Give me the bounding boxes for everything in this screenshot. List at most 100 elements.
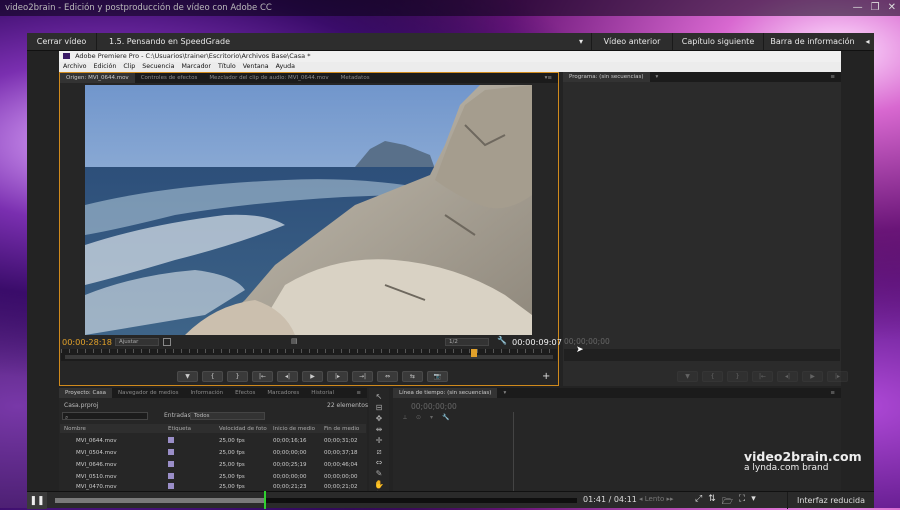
menu-edicion[interactable]: Edición <box>94 63 117 71</box>
program-go-to-in-button[interactable]: |← <box>752 371 773 382</box>
program-mark-in-button[interactable]: { <box>702 371 723 382</box>
pen-tool-icon[interactable]: ✎ <box>376 469 383 478</box>
mouse-cursor-icon: ➤ <box>576 345 584 355</box>
playback-speed-control[interactable]: ◂ Lento ▸▸ <box>639 495 674 503</box>
ripple-edit-tool-icon[interactable]: ✥ <box>376 414 383 423</box>
rate-stretch-tool-icon[interactable]: ✛ <box>376 436 383 445</box>
slip-tool-icon[interactable]: ⇔ <box>376 458 383 467</box>
add-marker-button[interactable]: ▼ <box>177 371 198 382</box>
tab-timeline[interactable]: Línea de tiempo: (sin secuencias) <box>393 388 498 398</box>
entries-dropdown[interactable]: Todos <box>190 412 265 420</box>
export-frame-button[interactable]: 📷 <box>427 371 448 382</box>
timeline-settings-wrench-icon[interactable]: 🔧 <box>442 414 449 422</box>
program-add-marker-button[interactable]: ▼ <box>677 371 698 382</box>
project-panel-menu-icon[interactable]: ≡ <box>350 390 367 396</box>
next-chapter-button[interactable]: Capítulo siguiente <box>673 33 764 50</box>
clip-start: 00;00;25;19 <box>273 462 307 468</box>
playback-time: 01:41 / 04:11 <box>583 495 637 504</box>
tab-effects[interactable]: Efectos <box>229 390 261 396</box>
tab-media-browser[interactable]: Navegador de medios <box>112 390 184 396</box>
table-row[interactable]: MVI_0470.mov 25,00 fps 00;00;21;23 00;00… <box>60 483 366 491</box>
project-search-input[interactable]: ⌕ <box>62 412 148 421</box>
fit-dropdown[interactable]: Ajustar <box>115 338 159 346</box>
tab-project[interactable]: Proyecto: Casa <box>59 388 112 398</box>
tab-history[interactable]: Historial <box>305 390 340 396</box>
playback-progress-fill <box>55 498 267 503</box>
rolling-edit-tool-icon[interactable]: ⇹ <box>376 425 383 434</box>
tab-metadata[interactable]: Metadatos <box>335 75 376 81</box>
program-step-back-button[interactable]: ◂| <box>777 371 798 382</box>
program-play-button[interactable]: ▶ <box>802 371 823 382</box>
col-label[interactable]: Etiqueta <box>168 426 219 432</box>
button-editor-add-icon[interactable]: + <box>542 371 550 382</box>
table-row[interactable]: MVI_0644.mov 25,00 fps 00;00;16;16 00;00… <box>60 435 366 447</box>
tab-effect-controls[interactable]: Controles de efectos <box>135 75 204 81</box>
close-video-button[interactable]: Cerrar vídeo <box>27 33 97 50</box>
program-panel-menu-icon[interactable]: ≡ <box>824 74 841 80</box>
film-strip-icon[interactable]: ▤ <box>291 337 298 345</box>
razor-tool-icon[interactable]: ⧄ <box>376 447 381 456</box>
wrench-icon[interactable]: 🔧 <box>497 336 507 345</box>
info-bar-button[interactable]: Barra de información <box>764 33 861 50</box>
app-title-bar: Adobe Premiere Pro - C:\Usuarios\trainer… <box>59 51 841 62</box>
table-row[interactable]: MVI_0646.mov 25,00 fps 00;00;25;19 00;00… <box>60 459 366 471</box>
menu-secuencia[interactable]: Secuencia <box>142 63 174 71</box>
project-item-count: 22 elementos <box>327 402 369 409</box>
play-button[interactable]: ▶ <box>302 371 323 382</box>
menu-clip[interactable]: Clip <box>123 63 135 71</box>
col-name[interactable]: Nombre <box>60 426 168 432</box>
source-time-ruler[interactable] <box>61 349 557 361</box>
step-back-button[interactable]: ◂| <box>277 371 298 382</box>
menu-archivo[interactable]: Archivo <box>63 63 87 71</box>
restore-icon[interactable]: ❐ <box>871 2 880 13</box>
tab-program[interactable]: Programa: (sin secuencias) <box>563 72 650 82</box>
playback-position-marker[interactable] <box>264 491 266 509</box>
lesson-dropdown[interactable]: 1.5. Pensando en SpeedGrade ▾ <box>97 33 592 50</box>
snap-icon[interactable]: ⟂ <box>403 414 407 422</box>
menu-ayuda[interactable]: Ayuda <box>276 63 295 71</box>
tab-markers[interactable]: Marcadores <box>261 390 305 396</box>
mark-out-button[interactable]: } <box>227 371 248 382</box>
clip-name: MVI_0510.mov <box>76 474 117 480</box>
add-marker-icon[interactable]: ▾ <box>430 414 433 422</box>
minimize-icon[interactable]: — <box>853 2 863 13</box>
previous-video-button[interactable]: Vídeo anterior <box>592 33 673 50</box>
program-mark-out-button[interactable]: } <box>727 371 748 382</box>
source-playhead[interactable] <box>471 349 477 357</box>
close-icon[interactable]: ✕ <box>888 2 896 13</box>
hand-tool-icon[interactable]: ✋ <box>374 480 384 489</box>
col-frame-rate[interactable]: Velocidad de foto <box>219 426 273 432</box>
tab-audio-clip-mixer[interactable]: Mezclador del clip de audio: MVI_0644.mo… <box>203 75 334 81</box>
program-time-ruler[interactable] <box>564 349 840 361</box>
step-forward-button[interactable]: |▸ <box>327 371 348 382</box>
overwrite-button[interactable]: ⇆ <box>402 371 423 382</box>
pause-button[interactable]: ❚❚ <box>27 492 47 509</box>
playback-progress-bar[interactable] <box>55 498 577 503</box>
tab-source[interactable]: Origen: MVI_0644.mov <box>60 73 135 83</box>
selection-tool-icon[interactable]: ↖ <box>376 392 383 401</box>
linked-selection-icon[interactable]: ⊙ <box>416 414 421 422</box>
program-step-forward-button[interactable]: |▸ <box>827 371 848 382</box>
tab-info[interactable]: Información <box>184 390 229 396</box>
resolution-dropdown[interactable]: 1/2 <box>445 338 489 346</box>
go-to-in-button[interactable]: |← <box>252 371 273 382</box>
panel-menu-icon[interactable]: ▾≡ <box>539 75 558 81</box>
track-select-tool-icon[interactable]: ⊟ <box>376 403 383 412</box>
source-timecode-in[interactable]: 00:00:28:18 <box>62 337 112 347</box>
menu-ventana[interactable]: Ventana <box>243 63 269 71</box>
mark-in-button[interactable]: { <box>202 371 223 382</box>
col-media-start[interactable]: Inicio de medio <box>273 426 324 432</box>
insert-button[interactable]: ⇔ <box>377 371 398 382</box>
timeline-panel-menu-icon[interactable]: ≡ <box>824 390 841 396</box>
col-media-end[interactable]: Fin de medio <box>324 426 366 432</box>
program-tab-chevron-icon[interactable]: ▾ <box>650 74 665 80</box>
timeline-tab-chevron-icon[interactable]: ▾ <box>497 390 512 396</box>
table-row[interactable]: MVI_0510.mov 25,00 fps 00;00;00;00 00;00… <box>60 471 366 483</box>
go-to-out-button[interactable]: →| <box>352 371 373 382</box>
menu-marcador[interactable]: Marcador <box>182 63 212 71</box>
menu-titulo[interactable]: Título <box>218 63 236 71</box>
info-bar-arrow-icon[interactable]: ◂ <box>861 33 874 50</box>
safe-margins-icon[interactable] <box>163 338 171 346</box>
table-row[interactable]: MVI_0504.mov 25,00 fps 00;00;00;00 00;00… <box>60 447 366 459</box>
reduced-interface-button[interactable]: Interfaz reducida <box>787 492 874 509</box>
